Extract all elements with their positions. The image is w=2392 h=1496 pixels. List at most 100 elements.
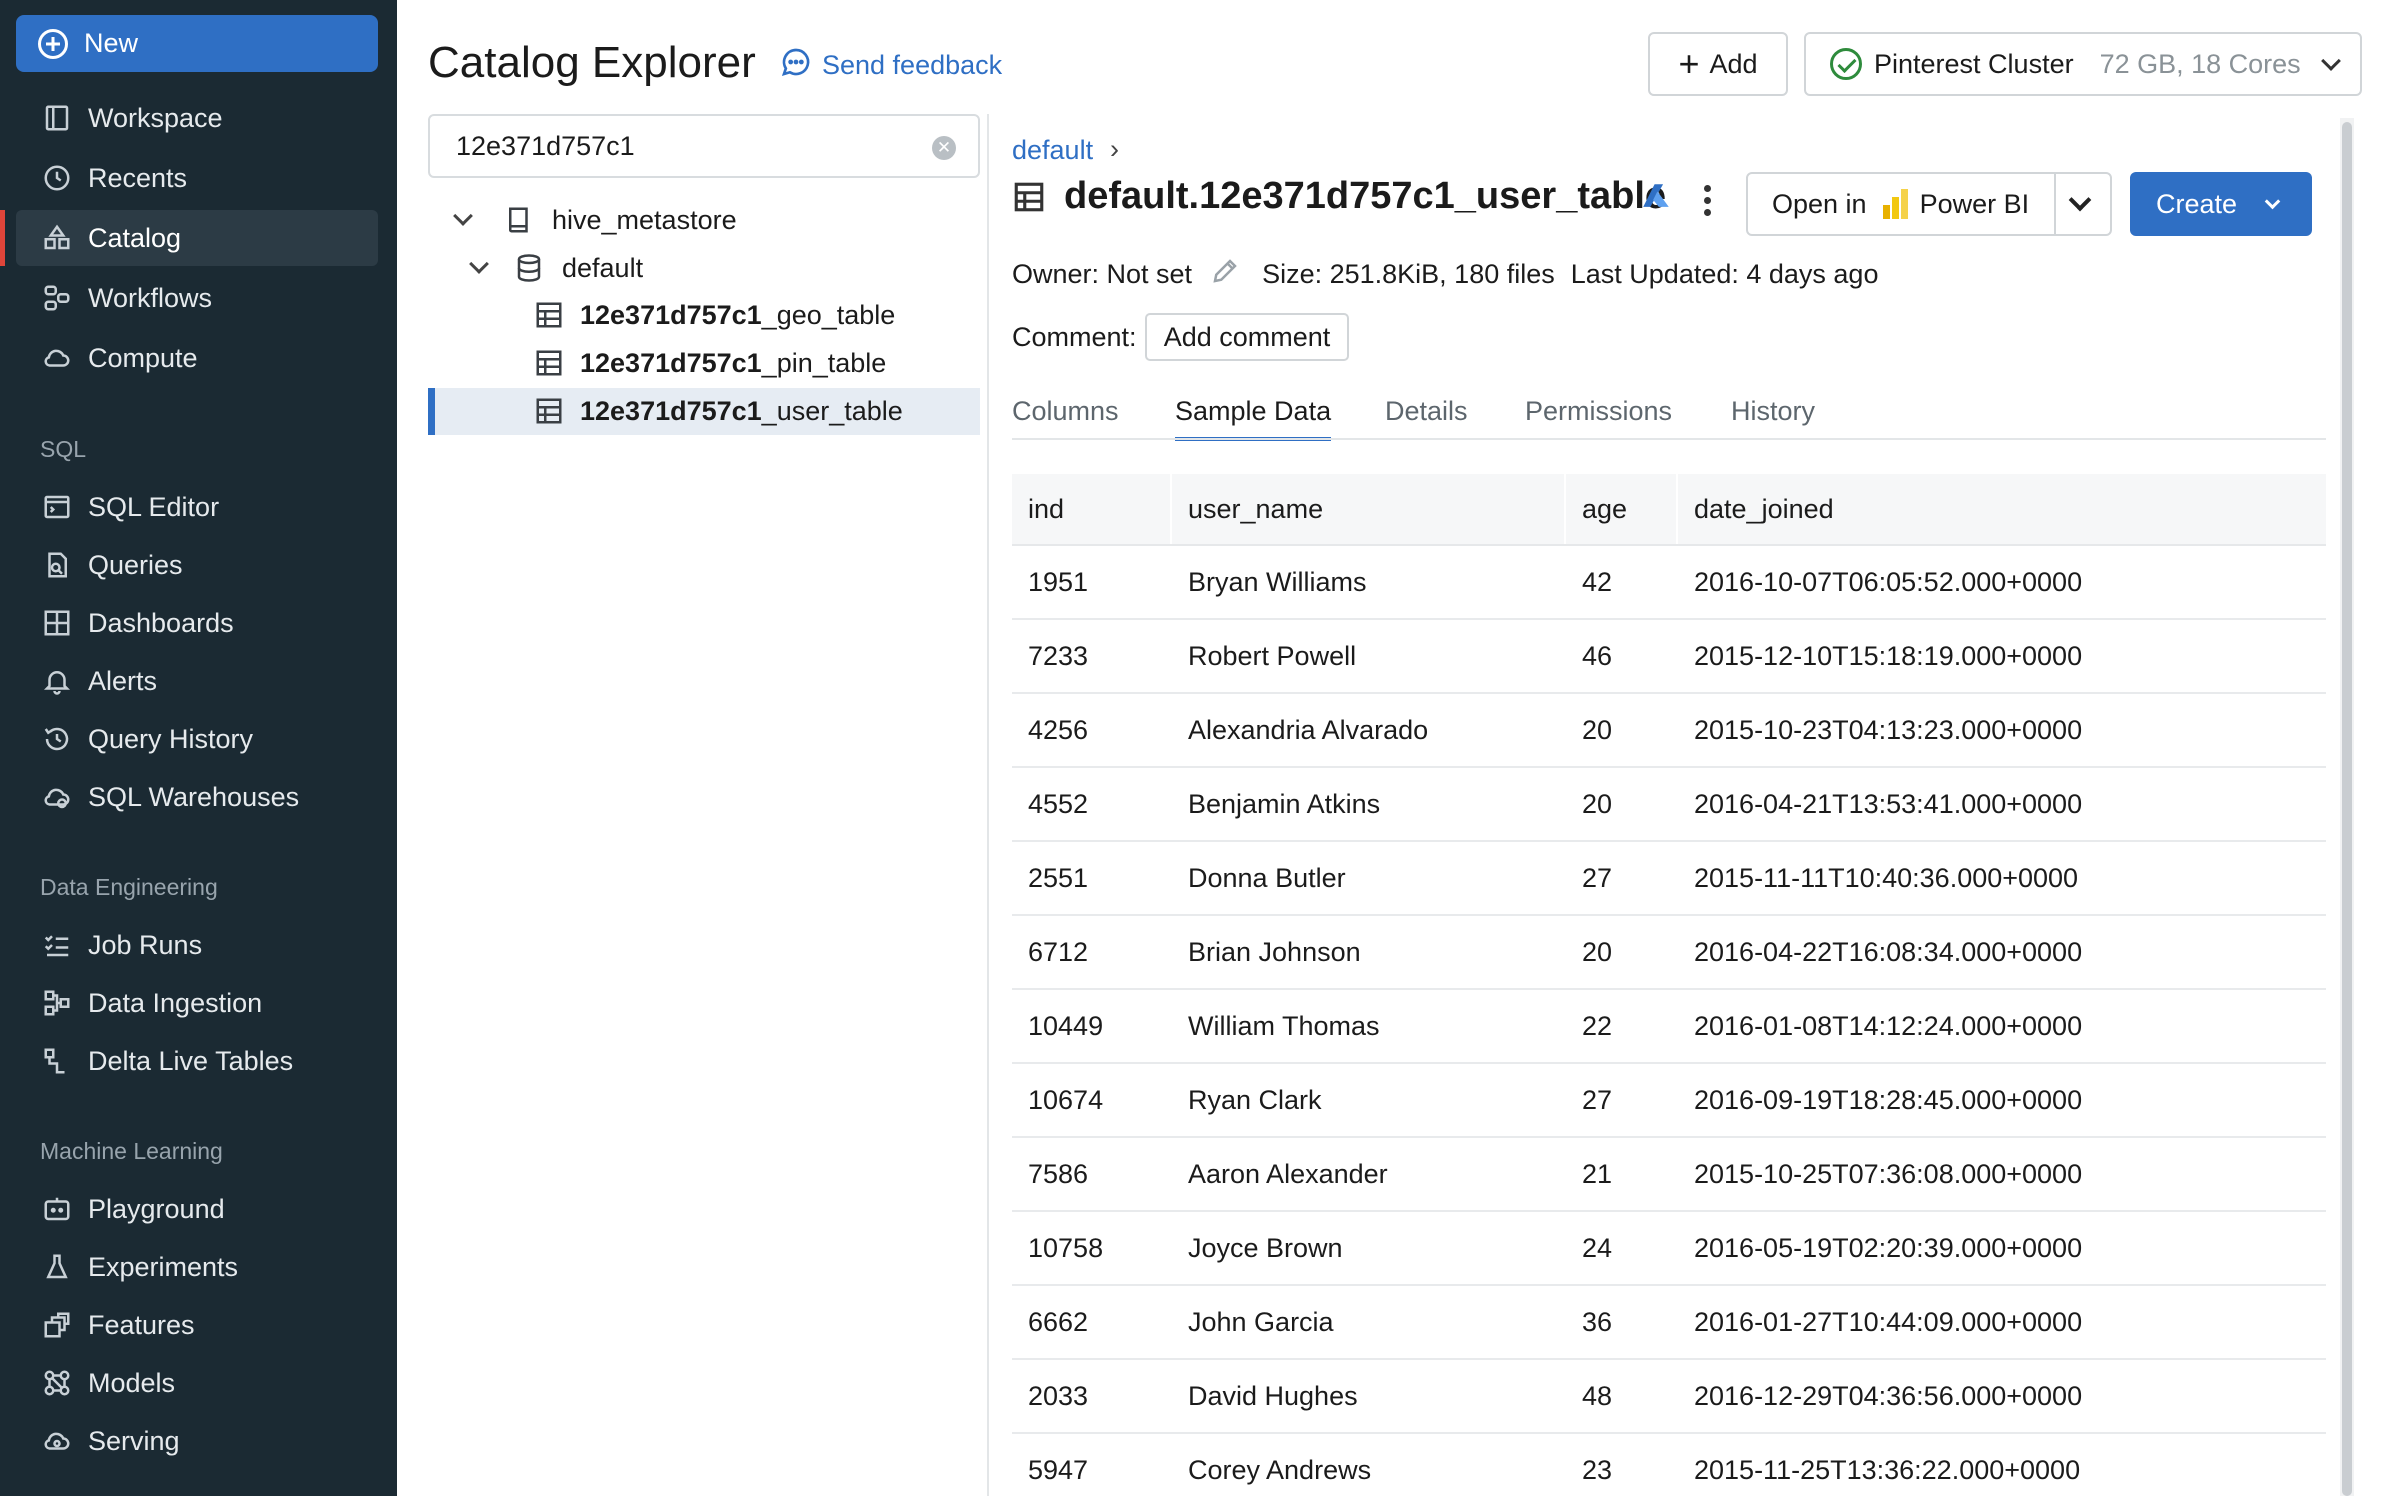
table-row: 6712 Brian Johnson 20 2016-04-22T16:08:34.0…	[1012, 916, 2326, 990]
sidebar-item-workflows[interactable]: Workflows	[16, 270, 378, 326]
column-header-date-joined[interactable]: date_joined	[1678, 474, 2326, 544]
workflows-icon	[40, 281, 74, 315]
create-button[interactable]: Create	[2130, 172, 2312, 236]
cell-date-joined: 2016-09-19T18:28:45.000+0000	[1694, 1084, 2083, 1115]
cell-date-joined: 2016-05-19T02:20:39.000+0000	[1694, 1232, 2083, 1263]
cell-age: 20	[1582, 788, 1613, 819]
panel-divider[interactable]	[987, 114, 989, 1496]
cloud-icon	[40, 341, 74, 375]
sidebar-item-sql-warehouses[interactable]: SQL Warehouses	[16, 769, 378, 825]
sidebar-item-job-runs[interactable]: Job Runs	[16, 917, 378, 973]
tab-permissions[interactable]: Permissions	[1525, 396, 1672, 427]
sidebar-item-delta-live-tables[interactable]: Delta Live Tables	[16, 1033, 378, 1089]
chevron-down-icon[interactable]	[469, 254, 489, 274]
column-header-ind[interactable]: ind	[1012, 474, 1172, 544]
power-bi-icon	[1882, 189, 1908, 219]
sidebar-item-recents[interactable]: Recents	[16, 150, 378, 206]
azure-icon	[1638, 180, 1674, 219]
table-icon	[534, 348, 564, 378]
clear-search-icon[interactable]: ✕	[932, 136, 956, 160]
section-label-data-engineering: Data Engineering	[40, 874, 218, 900]
cell-user-name: David Hughes	[1188, 1380, 1358, 1411]
sidebar-item-compute[interactable]: Compute	[16, 330, 378, 386]
cell-date-joined: 2015-12-10T15:18:19.000+0000	[1694, 640, 2083, 671]
sql-editor-icon	[40, 490, 74, 524]
size-text: Size: 251.8KiB, 180 files	[1262, 259, 1555, 289]
scrollbar-thumb[interactable]	[2342, 122, 2352, 1496]
sidebar-item-label: Queries	[88, 549, 183, 580]
delta-icon	[40, 1044, 74, 1078]
column-header-user-name[interactable]: user_name	[1172, 474, 1566, 544]
sidebar-item-label: Data Ingestion	[88, 987, 263, 1018]
playground-icon	[40, 1192, 74, 1226]
cell-date-joined: 2016-04-21T13:53:41.000+0000	[1694, 788, 2083, 819]
sidebar-item-label: Models	[88, 1367, 176, 1398]
sidebar-item-workspace[interactable]: Workspace	[16, 90, 378, 146]
cell-age: 23	[1582, 1454, 1613, 1485]
tree-node-table-pin[interactable]: 12e371d757c1 _pin_table	[534, 340, 886, 386]
table-row: 4552 Benjamin Atkins 20 2016-04-21T13:53:41…	[1012, 768, 2326, 842]
search-value: 12e371d757c1	[456, 130, 635, 161]
tab-history[interactable]: History	[1731, 396, 1815, 427]
table-icon	[534, 396, 564, 426]
tree-node-metastore[interactable]: hive_metastore	[453, 197, 737, 243]
chevron-down-icon[interactable]	[453, 206, 473, 226]
sidebar-item-label: Recents	[88, 162, 188, 193]
cluster-selector[interactable]: Pinterest Cluster 72 GB, 18 Cores	[1804, 32, 2362, 96]
database-icon	[514, 253, 544, 283]
breadcrumb-separator: ›	[1110, 134, 1119, 164]
cell-ind: 10758	[1028, 1232, 1104, 1263]
sidebar-item-query-history[interactable]: Query History	[16, 711, 378, 767]
table-row: 10758 Joyce Brown 24 2016-05-19T02:20:39.00…	[1012, 1212, 2326, 1286]
cell-ind: 4552	[1028, 788, 1089, 819]
cell-age: 48	[1582, 1380, 1613, 1411]
cell-age: 20	[1582, 936, 1613, 967]
sidebar-item-catalog[interactable]: Catalog	[0, 210, 378, 266]
new-button[interactable]: New	[16, 15, 378, 72]
tab-details[interactable]: Details	[1385, 396, 1468, 427]
sidebar-item-playground[interactable]: Playground	[16, 1181, 378, 1237]
sidebar-item-models[interactable]: Models	[16, 1355, 378, 1411]
open-in-power-bi-button[interactable]: Open in Power BI	[1746, 172, 2112, 236]
owner-text: Owner: Not set	[1012, 259, 1193, 289]
table-header-row: ind user_name age date_joined	[1012, 474, 2326, 546]
cell-date-joined: 2016-12-29T04:36:56.000+0000	[1694, 1380, 2083, 1411]
sidebar-item-alerts[interactable]: Alerts	[16, 653, 378, 709]
sidebar-item-sql-editor[interactable]: SQL Editor	[16, 479, 378, 535]
cell-ind: 2033	[1028, 1380, 1089, 1411]
sidebar-item-dashboards[interactable]: Dashboards	[16, 595, 378, 651]
table-row: 7233 Robert Powell 46 2015-12-10T15:18:19.0…	[1012, 620, 2326, 694]
page-title: Catalog Explorer	[428, 38, 756, 87]
sidebar-item-features[interactable]: Features	[16, 1297, 378, 1353]
breadcrumb-default[interactable]: default	[1012, 135, 1093, 166]
send-feedback-link[interactable]: Send feedback	[780, 46, 1002, 85]
book-icon	[504, 205, 534, 235]
catalog-search-input[interactable]: 12e371d757c1 ✕	[428, 114, 980, 178]
sidebar-item-data-ingestion[interactable]: Data Ingestion	[16, 975, 378, 1031]
edit-pencil-icon[interactable]	[1210, 256, 1240, 293]
sidebar-item-label: Job Runs	[88, 929, 203, 960]
more-options-icon[interactable]	[1704, 185, 1712, 221]
cell-age: 27	[1582, 862, 1613, 893]
tree-node-table-geo[interactable]: 12e371d757c1 _geo_table	[534, 292, 895, 338]
add-button[interactable]: + Add	[1648, 32, 1788, 96]
chevron-down-icon[interactable]	[2068, 188, 2092, 212]
tab-columns[interactable]: Columns	[1012, 396, 1119, 427]
sidebar-item-serving[interactable]: Serving	[16, 1413, 378, 1469]
cell-date-joined: 2015-11-11T10:40:36.000+0000	[1694, 862, 2079, 893]
column-header-age[interactable]: age	[1566, 474, 1678, 544]
add-comment-button[interactable]: Add comment	[1145, 313, 1349, 361]
tree-node-table-user[interactable]: 12e371d757c1 _user_table	[534, 388, 903, 434]
open-in-label: Open in	[1772, 188, 1867, 219]
tab-sample-data[interactable]: Sample Data	[1175, 396, 1332, 441]
sidebar-item-experiments[interactable]: Experiments	[16, 1239, 378, 1295]
clock-icon	[40, 161, 74, 195]
comment-label: Comment:	[1012, 322, 1137, 352]
features-icon	[40, 1308, 74, 1342]
power-bi-label: Power BI	[1919, 188, 2030, 219]
cell-ind: 2551	[1028, 862, 1089, 893]
sidebar-item-label: Dashboards	[88, 607, 234, 638]
sidebar-item-queries[interactable]: Queries	[16, 537, 378, 593]
tree-node-schema[interactable]: default	[469, 245, 643, 291]
bell-icon	[40, 664, 74, 698]
